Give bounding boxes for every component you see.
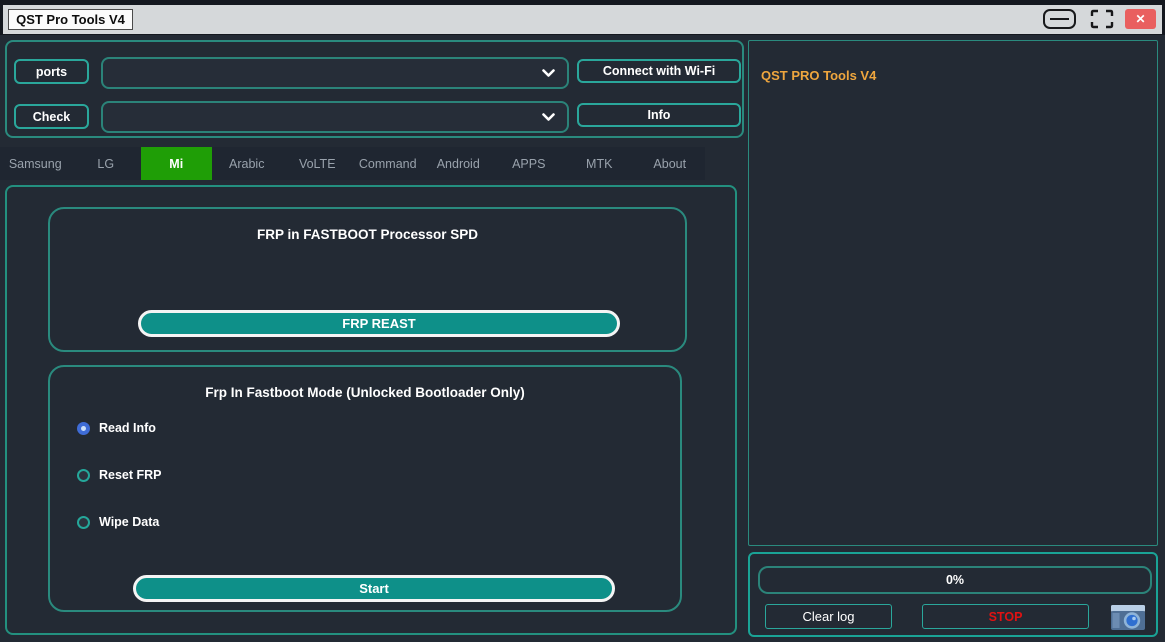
tab-lg[interactable]: LG	[71, 147, 142, 180]
frp-fastboot-mode-title: Frp In Fastboot Mode (Unlocked Bootloade…	[50, 385, 680, 400]
tab-volte[interactable]: VoLTE	[282, 147, 353, 180]
radio-selected-icon[interactable]	[77, 422, 90, 435]
port-select[interactable]	[101, 57, 569, 89]
radio-option-label: Read Info	[99, 421, 156, 435]
radio-unselected-icon[interactable]	[77, 469, 90, 482]
mi-tab-panel: FRP in FASTBOOT Processor SPD FRP REAST …	[5, 185, 737, 635]
status-panel: 0% Clear log STOP	[748, 552, 1158, 637]
frp-fastboot-spd-group: FRP in FASTBOOT Processor SPD FRP REAST	[48, 207, 687, 352]
stop-button[interactable]: STOP	[922, 604, 1089, 629]
chevron-down-icon	[542, 69, 555, 78]
progress-value: 0%	[946, 573, 964, 587]
tab-mi[interactable]: Mi	[141, 147, 212, 180]
check-button[interactable]: Check	[14, 104, 89, 129]
radio-option-label: Wipe Data	[99, 515, 159, 529]
titlebar: QST Pro Tools V4 ✕	[3, 5, 1162, 34]
connect-wifi-button[interactable]: Connect with Wi-Fi	[577, 59, 741, 83]
tab-mtk[interactable]: MTK	[564, 147, 635, 180]
log-header: QST PRO Tools V4	[761, 68, 876, 83]
tab-samsung[interactable]: Samsung	[0, 147, 71, 180]
chevron-down-icon	[542, 113, 555, 122]
frp-fastboot-mode-group: Frp In Fastboot Mode (Unlocked Bootloade…	[48, 365, 682, 612]
progress-bar: 0%	[758, 566, 1152, 594]
radio-option-reset-frp[interactable]: Reset FRP	[77, 468, 162, 482]
ports-button[interactable]: ports	[14, 59, 89, 84]
frp-mode-options: Read Info Reset FRP Wipe Data	[77, 421, 162, 529]
frp-fastboot-spd-title: FRP in FASTBOOT Processor SPD	[50, 227, 685, 242]
radio-unselected-icon[interactable]	[77, 516, 90, 529]
connection-panel: ports Connect with Wi-Fi Check Info	[5, 40, 744, 138]
window-title: QST Pro Tools V4	[8, 9, 133, 30]
radio-option-wipe-data[interactable]: Wipe Data	[77, 515, 162, 529]
tab-android[interactable]: Android	[423, 147, 494, 180]
radio-option-label: Reset FRP	[99, 468, 162, 482]
clear-log-button[interactable]: Clear log	[765, 604, 892, 629]
camera-icon	[1108, 600, 1148, 634]
tab-command[interactable]: Command	[353, 147, 424, 180]
log-panel: QST PRO Tools V4	[748, 40, 1158, 546]
close-button[interactable]: ✕	[1125, 9, 1156, 29]
screenshot-button[interactable]	[1108, 600, 1148, 634]
model-select[interactable]	[101, 101, 569, 133]
frp-reast-button[interactable]: FRP REAST	[138, 310, 620, 337]
maximize-button[interactable]	[1090, 9, 1114, 29]
start-button[interactable]: Start	[133, 575, 615, 602]
close-icon: ✕	[1135, 12, 1145, 26]
maximize-icon	[1090, 9, 1114, 29]
tab-arabic[interactable]: Arabic	[212, 147, 283, 180]
minimize-icon	[1050, 18, 1069, 20]
tab-apps[interactable]: APPS	[494, 147, 565, 180]
tab-bar: SamsungLGMiArabicVoLTECommandAndroidAPPS…	[0, 147, 705, 180]
minimize-button[interactable]	[1043, 9, 1076, 29]
radio-option-read-info[interactable]: Read Info	[77, 421, 162, 435]
info-button[interactable]: Info	[577, 103, 741, 127]
tab-about[interactable]: About	[635, 147, 706, 180]
